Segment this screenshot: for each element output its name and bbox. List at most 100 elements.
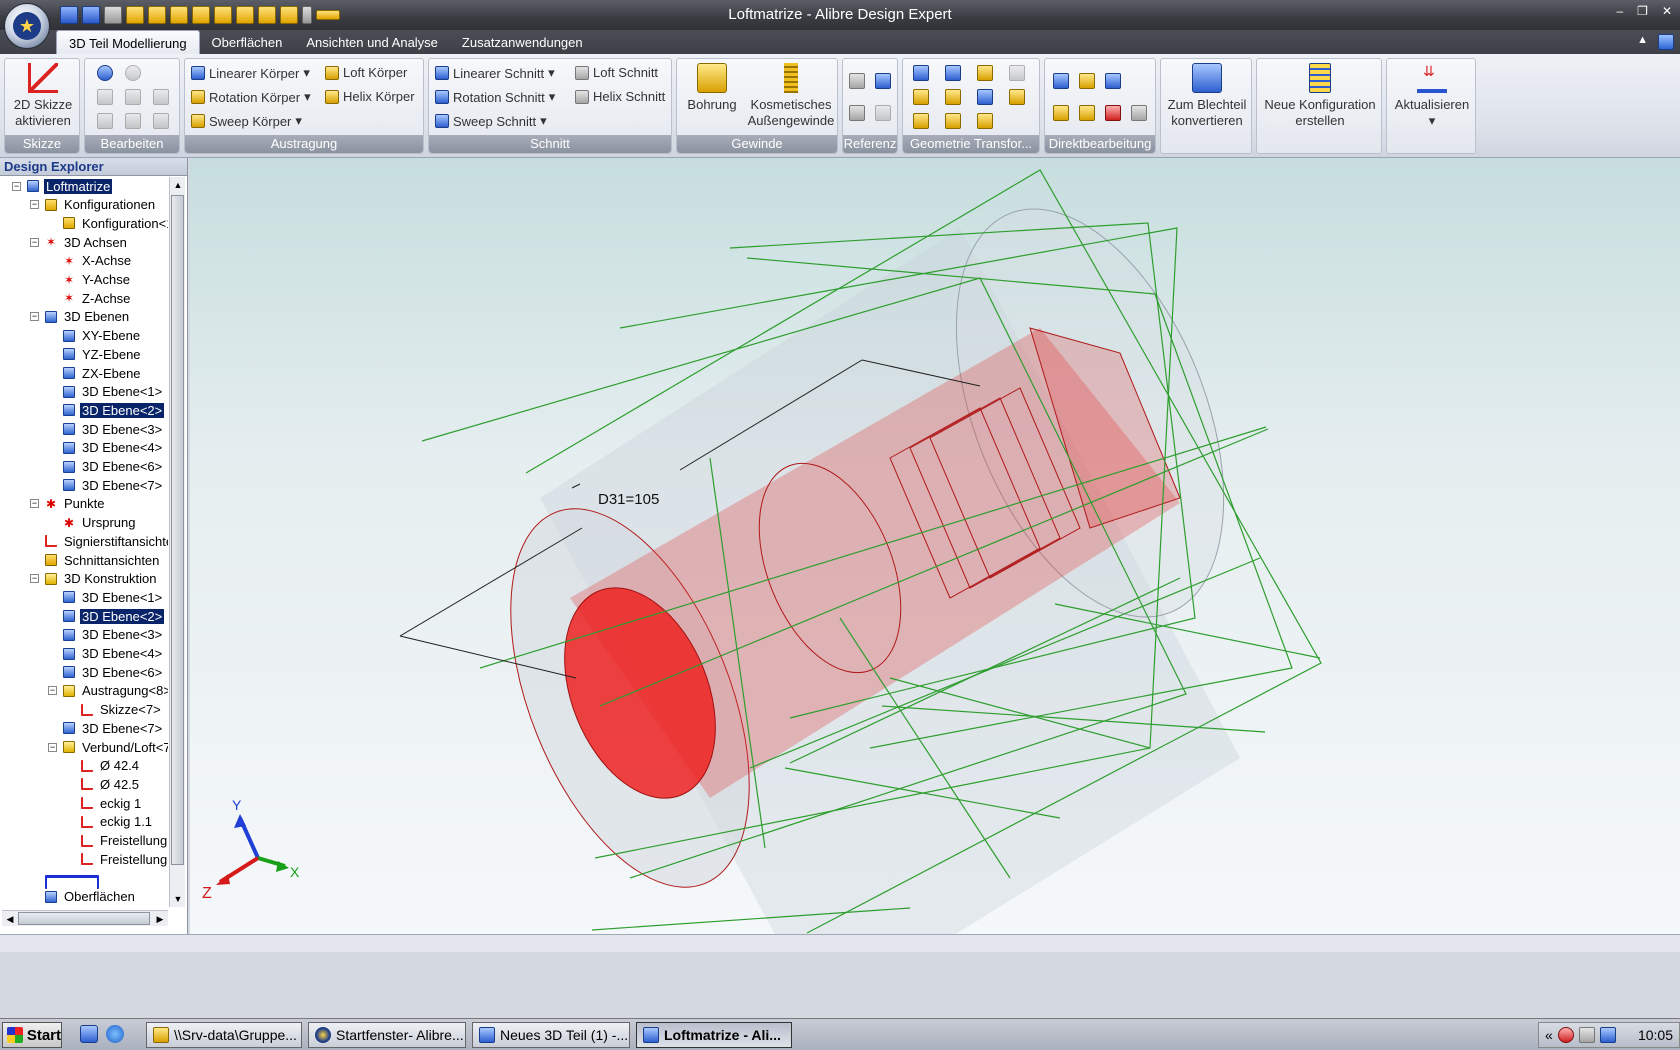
- rotate-icon[interactable]: [945, 65, 961, 81]
- fillet-icon[interactable]: [913, 89, 929, 105]
- convert-sheetmetal-button[interactable]: Zum Blechteil konvertieren: [1163, 63, 1251, 129]
- tree-node[interactable]: Oberflächen: [30, 888, 137, 906]
- monitor-icon[interactable]: [1599, 1027, 1616, 1043]
- tree-node[interactable]: 3D Ebene<6>: [48, 458, 164, 476]
- tree-node[interactable]: − Verbund/Loft<7: [48, 738, 168, 756]
- shell-icon[interactable]: [977, 89, 993, 105]
- helix-cut-button[interactable]: Helix Schnitt: [575, 89, 665, 104]
- tree-node[interactable]: − 3D Konstruktion: [30, 570, 159, 588]
- undo-icon[interactable]: [97, 65, 113, 81]
- tree-expander-icon[interactable]: −: [30, 200, 39, 210]
- tree-expander-icon[interactable]: −: [12, 181, 21, 191]
- rotation-cut-button[interactable]: Rotation Schnitt ▾: [435, 89, 555, 105]
- tree-expander-icon[interactable]: −: [30, 237, 39, 247]
- tree-node[interactable]: ✱ Ursprung: [48, 514, 137, 532]
- scale-icon[interactable]: [1009, 65, 1025, 81]
- tree-node[interactable]: − 3D Ebenen: [30, 308, 131, 326]
- pull-face-icon[interactable]: [1053, 105, 1069, 121]
- internet-explorer-icon[interactable]: [106, 1025, 124, 1043]
- cut-icon[interactable]: [97, 113, 113, 129]
- tree-node[interactable]: 3D Ebene<7>: [48, 719, 164, 737]
- scroll-thumb[interactable]: [171, 195, 184, 865]
- ribbon-collapse-icon[interactable]: ▲: [1637, 34, 1648, 50]
- help-icon[interactable]: [1658, 34, 1674, 50]
- tree-node[interactable]: Konfiguration<1: [48, 214, 168, 232]
- reference-plane-icon[interactable]: [875, 73, 891, 89]
- rotation-body-button[interactable]: Rotation Körper ▾: [191, 89, 311, 105]
- close-button[interactable]: ✕: [1662, 4, 1672, 18]
- tree-node[interactable]: ZX-Ebene: [48, 364, 143, 382]
- tree-node[interactable]: Signierstiftansichte: [30, 532, 168, 550]
- reference-point-icon[interactable]: [849, 105, 865, 121]
- helix-body-button[interactable]: Helix Körper: [325, 89, 415, 104]
- offset-face-icon[interactable]: [1079, 73, 1095, 89]
- network-icon[interactable]: [1578, 1027, 1595, 1043]
- task-explorer[interactable]: \\Srv-data\Gruppe...: [146, 1022, 302, 1048]
- cosmetic-thread-button[interactable]: Kosmetisches Außengewinde: [745, 63, 837, 129]
- tab-ansichten-und-analyse[interactable]: Ansichten und Analyse: [294, 30, 450, 54]
- tree-node[interactable]: 3D Ebene<2>: [48, 401, 165, 419]
- tree-node[interactable]: − Austragung<8>: [48, 682, 168, 700]
- tree-node[interactable]: Freistellung: [66, 832, 168, 850]
- scroll-right-icon[interactable]: ▶: [152, 911, 168, 927]
- show-desktop-icon[interactable]: [80, 1025, 98, 1043]
- tree-node[interactable]: Ø 42.5: [66, 775, 141, 793]
- tree-node[interactable]: − ✱ Punkte: [30, 495, 106, 513]
- minimize-button[interactable]: –: [1616, 4, 1623, 18]
- tree-node[interactable]: Freistellung: [66, 850, 168, 868]
- tree-node[interactable]: ✶ Z-Achse: [48, 289, 132, 307]
- hand-face-icon[interactable]: [1131, 105, 1147, 121]
- replace-face-icon[interactable]: [1105, 73, 1121, 89]
- combine-icon[interactable]: [977, 113, 993, 129]
- antivirus-icon[interactable]: [1557, 1027, 1574, 1043]
- tree-node[interactable]: eckig 1.1: [66, 813, 154, 831]
- tree-node[interactable]: 3D Ebene<3>: [48, 626, 164, 644]
- sweep-body-button[interactable]: Sweep Körper ▾: [191, 113, 302, 129]
- task-neues-3d-teil[interactable]: Neues 3D Teil (1) -...: [472, 1022, 630, 1048]
- tree-node[interactable]: 3D Ebene<6>: [48, 663, 164, 681]
- tree-node[interactable]: ✶ X-Achse: [48, 252, 133, 270]
- paste-special-icon[interactable]: [153, 113, 169, 129]
- mirror-icon[interactable]: [977, 65, 993, 81]
- delete-face-icon[interactable]: [1105, 105, 1121, 121]
- tree-node[interactable]: eckig 1: [66, 794, 143, 812]
- tree-node[interactable]: YZ-Ebene: [48, 345, 143, 363]
- tree-node[interactable]: 3D Ebene<7>: [48, 476, 164, 494]
- paste-icon[interactable]: [125, 113, 141, 129]
- move-face-icon[interactable]: [1053, 73, 1069, 89]
- tree-horizontal-scrollbar[interactable]: ◀ ▶: [2, 910, 168, 926]
- pattern-icon[interactable]: [913, 113, 929, 129]
- tree-node[interactable]: Skizze<7>: [66, 701, 163, 719]
- tab-3d-teil-modellierung[interactable]: 3D Teil Modellierung: [56, 30, 200, 54]
- application-button[interactable]: ★: [4, 3, 50, 49]
- tree-expander-icon[interactable]: −: [30, 574, 39, 584]
- delete-icon[interactable]: [125, 89, 141, 105]
- tree-vertical-scrollbar[interactable]: ▲ ▼: [169, 177, 185, 907]
- tree-node[interactable]: Ø 42.4: [66, 757, 141, 775]
- 3d-viewport[interactable]: D31=105 Y X Z: [190, 158, 1680, 934]
- tree-node[interactable]: 3D Ebene<3>: [48, 420, 164, 438]
- tree-expander-icon[interactable]: −: [30, 312, 39, 322]
- tree-expander-icon[interactable]: −: [30, 499, 39, 509]
- redo-icon[interactable]: [125, 65, 141, 81]
- tree-node[interactable]: 3D Ebene<4>: [48, 645, 164, 663]
- scroll-left-icon[interactable]: ◀: [2, 911, 18, 927]
- tree-node[interactable]: 3D Ebene<1>: [48, 383, 164, 401]
- chamfer-icon[interactable]: [945, 89, 961, 105]
- hole-button[interactable]: Bohrung: [681, 63, 743, 113]
- loft-cut-button[interactable]: Loft Schnitt: [575, 65, 658, 80]
- tree-node[interactable]: 3D Ebene<2>: [48, 607, 165, 625]
- tree-node[interactable]: Kanten: [30, 906, 107, 907]
- move-icon[interactable]: [913, 65, 929, 81]
- tree-node[interactable]: ✶ Y-Achse: [48, 271, 132, 289]
- reference-axis-icon[interactable]: [849, 73, 865, 89]
- tree-expander-icon[interactable]: −: [48, 742, 57, 752]
- tree-node[interactable]: Schnittansichten: [30, 551, 161, 569]
- tree-node[interactable]: − ✶ 3D Achsen: [30, 233, 129, 251]
- start-button[interactable]: Start: [2, 1022, 62, 1048]
- scroll-down-icon[interactable]: ▼: [170, 891, 186, 907]
- circular-pattern-icon[interactable]: [945, 113, 961, 129]
- tree-expander-icon[interactable]: −: [48, 686, 57, 696]
- sweep-cut-button[interactable]: Sweep Schnitt ▾: [435, 113, 547, 129]
- update-button[interactable]: ⇊ Aktualisieren ▾: [1389, 63, 1475, 129]
